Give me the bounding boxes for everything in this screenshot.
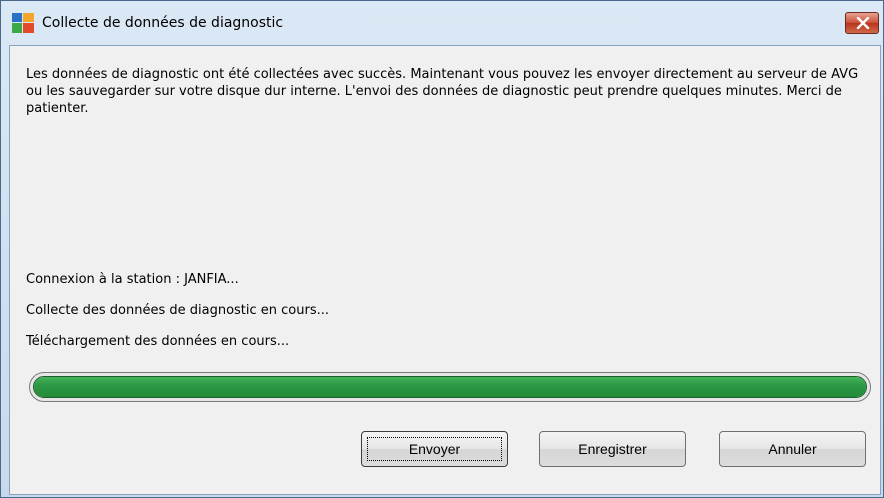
close-button[interactable] <box>845 12 879 34</box>
send-button[interactable]: Envoyer <box>361 431 508 467</box>
cancel-button[interactable]: Annuler <box>719 431 866 467</box>
send-button-label: Envoyer <box>408 441 461 457</box>
progress-fill <box>34 377 866 397</box>
info-message: Les données de diagnostic ont été collec… <box>26 67 859 116</box>
progress-track <box>33 376 867 398</box>
save-button-label: Enregistrer <box>578 441 647 457</box>
dialog-content: Les données de diagnostic ont été collec… <box>9 45 881 495</box>
close-icon <box>856 17 870 29</box>
status-collecting: Collecte des données de diagnostic en co… <box>26 303 330 318</box>
dialog-window: Collecte de données de diagnostic Les do… <box>0 0 884 498</box>
cancel-button-label: Annuler <box>768 441 817 457</box>
avg-logo-icon <box>12 13 34 33</box>
window-title: Collecte de données de diagnostic <box>42 15 284 31</box>
progress-bar <box>29 372 871 402</box>
status-connection: Connexion à la station : JANFIA... <box>26 272 239 287</box>
title-bar[interactable]: Collecte de données de diagnostic <box>1 1 883 45</box>
save-button[interactable]: Enregistrer <box>539 431 686 467</box>
status-uploading: Téléchargement des données en cours... <box>26 334 290 349</box>
